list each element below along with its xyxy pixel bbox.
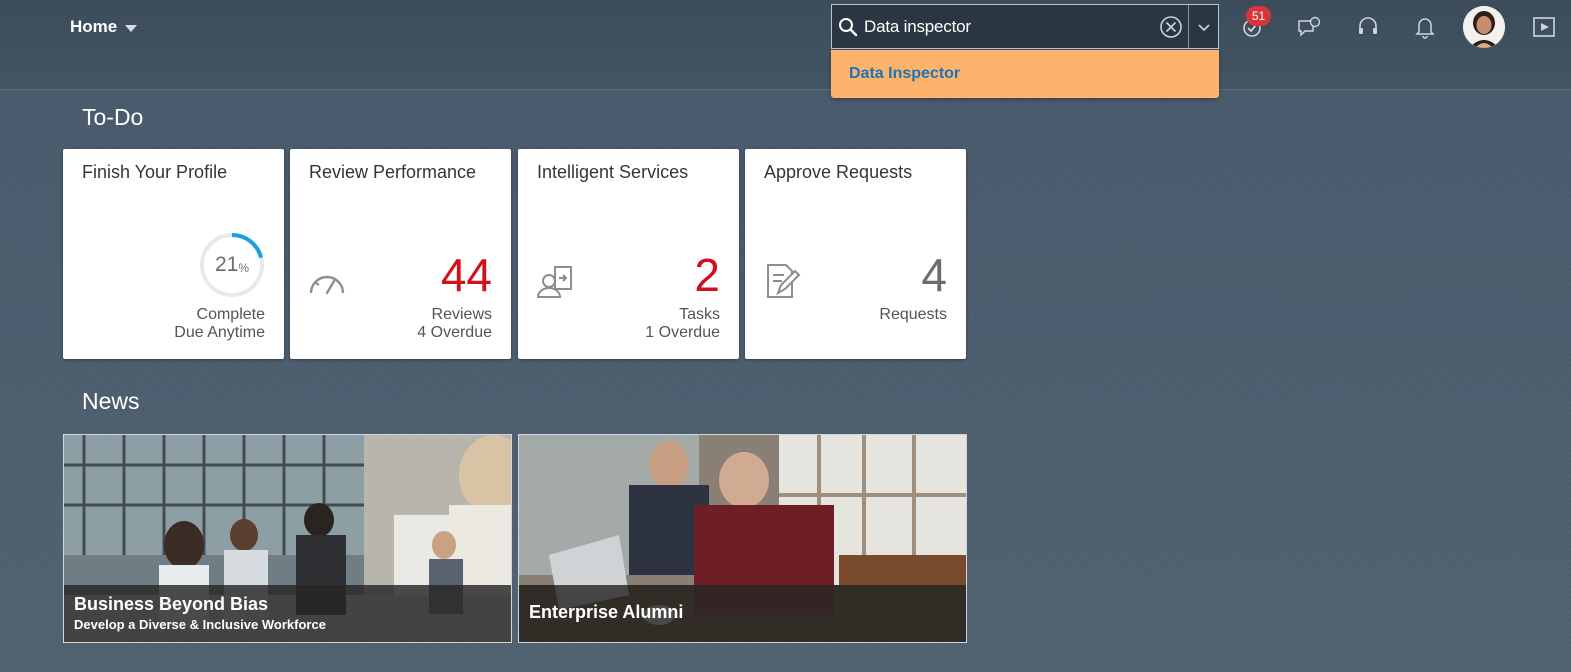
home-label: Home — [70, 17, 118, 36]
tile-line1: Complete — [196, 306, 265, 323]
notification-count-badge: 51 — [1246, 6, 1271, 26]
search-field[interactable] — [831, 4, 1219, 49]
news-caption: Business Beyond Bias Develop a Diverse &… — [64, 585, 511, 642]
search-input[interactable] — [858, 5, 1154, 48]
tile-count: 4 — [921, 249, 947, 301]
search-icon[interactable] — [832, 4, 858, 49]
news-headline: Business Beyond Bias — [74, 594, 269, 614]
tile-title: Finish Your Profile — [82, 162, 228, 182]
news-headline: Enterprise Alumni — [529, 602, 684, 622]
support-headset-icon[interactable] — [1350, 9, 1386, 45]
speedometer-icon — [309, 275, 345, 295]
play-icon[interactable] — [1526, 9, 1562, 45]
news-subtitle: Develop a Diverse & Inclusive Workforce — [74, 617, 326, 632]
avatar[interactable] — [1463, 6, 1505, 48]
tile-count: 44 — [440, 249, 492, 301]
bell-icon[interactable] — [1407, 9, 1443, 45]
home-menu[interactable]: Home — [70, 17, 138, 37]
tile-line1: Reviews — [431, 306, 492, 323]
tile-title: Intelligent Services — [537, 162, 689, 182]
progress-unit: % — [238, 261, 250, 275]
clear-icon[interactable] — [1154, 5, 1188, 48]
todo-section-title: To-Do — [82, 104, 144, 130]
tile-approve-requests[interactable]: Approve Requests 4 Requests — [745, 149, 966, 359]
document-sign-icon — [767, 264, 801, 298]
shell-bar: Home 51 — [0, 0, 1571, 90]
news-section-title: News — [82, 388, 140, 414]
tile-title: Approve Requests — [764, 162, 913, 182]
search-suggestion-item[interactable]: Data Inspector — [831, 50, 1219, 98]
tile-line2: Due Anytime — [174, 324, 265, 341]
tile-finish-profile[interactable]: Finish Your Profile 21% Complete Due Any… — [63, 149, 284, 359]
news-card-enterprise-alumni[interactable]: Enterprise Alumni — [518, 434, 967, 643]
progress-percent: 21% — [199, 232, 265, 298]
tile-review-performance[interactable]: Review Performance 44 Reviews 4 Overdue — [290, 149, 511, 359]
suggestion-label: Data Inspector — [849, 65, 961, 82]
tile-title: Review Performance — [309, 162, 477, 182]
tile-line1: Requests — [879, 306, 947, 323]
tile-count: 2 — [694, 249, 720, 301]
progress-value: 21 — [214, 253, 239, 276]
caret-down-icon — [125, 24, 138, 32]
employee-transfer-icon — [536, 266, 572, 298]
feedback-icon[interactable] — [1291, 9, 1327, 45]
tile-intelligent-services[interactable]: Intelligent Services 2 Tasks 1 Overdue — [518, 149, 739, 359]
news-caption: Enterprise Alumni — [519, 585, 966, 642]
tile-line2: 1 Overdue — [645, 324, 720, 341]
chevron-down-icon[interactable] — [1188, 5, 1218, 48]
tile-line1: Tasks — [679, 306, 720, 323]
news-card-business-beyond-bias[interactable]: Business Beyond Bias Develop a Diverse &… — [63, 434, 512, 643]
tile-line2: 4 Overdue — [417, 324, 492, 341]
